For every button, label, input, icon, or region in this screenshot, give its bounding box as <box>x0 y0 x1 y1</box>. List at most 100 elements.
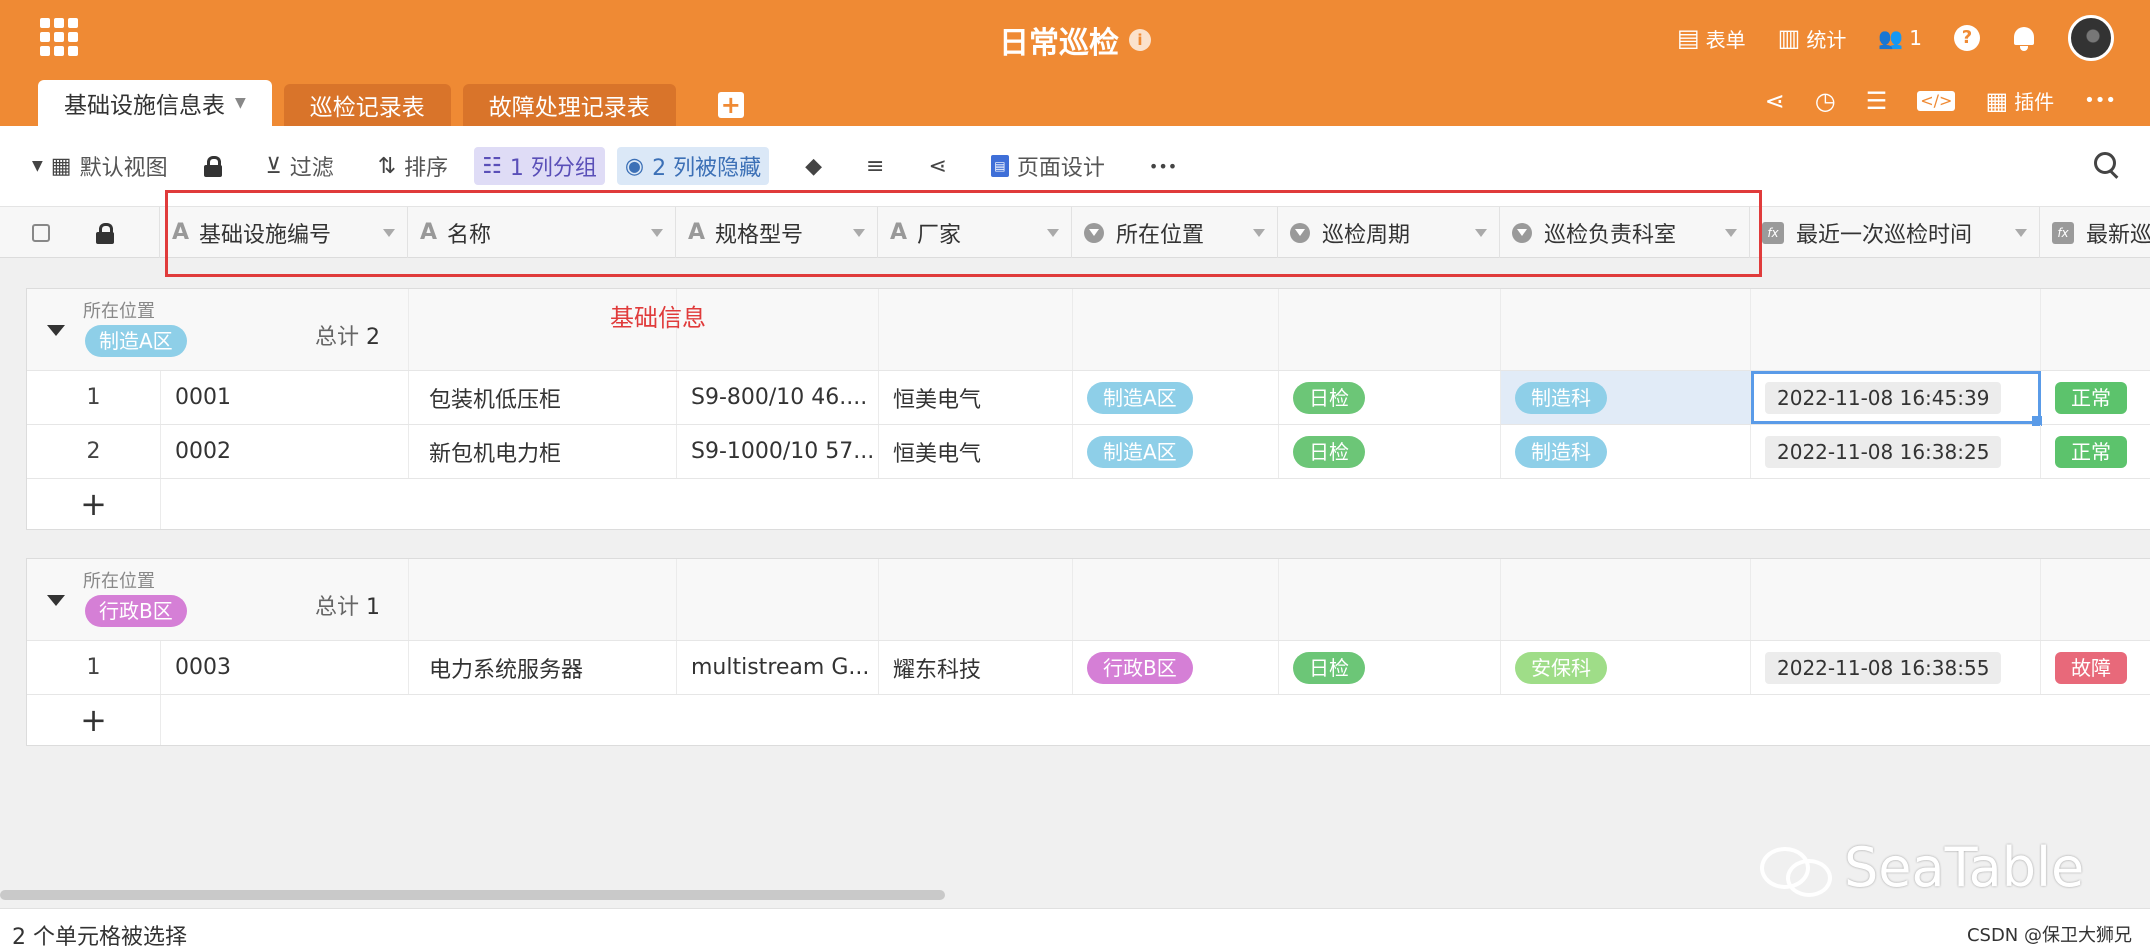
tab-caret-icon[interactable]: ▼ <box>235 95 246 111</box>
column-header-model[interactable]: A 规格型号 <box>676 207 878 258</box>
row-height-button[interactable]: ≡ <box>858 147 892 185</box>
group-value-tag: 行政B区 <box>85 595 187 627</box>
select-all-cell[interactable] <box>0 207 80 258</box>
cell-model[interactable]: S9-800/10 46.... <box>677 371 879 424</box>
horizontal-scrollbar[interactable] <box>0 890 945 900</box>
tab-infrastructure[interactable]: 基础设施信息表 ▼ <box>38 80 272 126</box>
cell-cycle[interactable]: 日检 <box>1279 641 1501 694</box>
cell-dept[interactable]: 制造科 <box>1501 425 1751 478</box>
hidden-columns-button[interactable]: ◉ 2 列被隐藏 <box>616 147 770 185</box>
more-icon[interactable]: ••• <box>2084 91 2116 110</box>
text-type-icon: A <box>420 220 438 245</box>
share-view-button[interactable]: ⋖ <box>920 147 954 185</box>
cell-last-time[interactable]: 2022-11-08 16:38:25 <box>1751 425 2041 478</box>
column-dropdown-icon[interactable] <box>1475 229 1487 237</box>
stats-button[interactable]: ▥ 统计 <box>1778 24 1847 53</box>
cell-status[interactable]: 正常 <box>2041 425 2150 478</box>
row-number[interactable]: 1 <box>27 641 161 694</box>
cell-cycle[interactable]: 日检 <box>1279 425 1501 478</box>
form-button[interactable]: ▤ 表单 <box>1677 24 1746 53</box>
help-icon[interactable]: ? <box>1954 25 1980 51</box>
add-row-icon[interactable]: + <box>27 695 161 745</box>
cell-last-time[interactable]: 2022-11-08 16:45:39 <box>1751 371 2042 426</box>
page-design-button[interactable]: ▤ 页面设计 <box>983 147 1113 185</box>
column-header-maker[interactable]: A 厂家 <box>878 207 1072 258</box>
search-icon[interactable] <box>2092 150 2120 178</box>
cell-cycle[interactable]: 日检 <box>1279 371 1501 424</box>
tab-fault-records[interactable]: 故障处理记录表 <box>462 84 676 126</box>
view-selector[interactable]: ▼ ▦ 默认视图 <box>24 147 176 185</box>
cell-dept[interactable]: 安保科 <box>1501 641 1751 694</box>
column-header-dept[interactable]: 巡检负责科室 <box>1500 207 1750 258</box>
group-collapse-icon[interactable] <box>47 595 65 606</box>
group-button[interactable]: ☷ 1 列分组 <box>474 147 605 185</box>
collaborators-button[interactable]: 👥 1 <box>1878 26 1922 50</box>
sort-button[interactable]: ⇅ 排序 <box>370 147 456 185</box>
settings-icon[interactable]: ☰ <box>1866 89 1888 113</box>
cell-model[interactable]: S9-1000/10 57... <box>677 425 879 478</box>
plugin-button[interactable]: ▦ 插件 <box>1985 86 2054 115</box>
cell-id[interactable]: 0002 <box>161 425 409 478</box>
script-icon[interactable]: </> <box>1917 90 1956 111</box>
row-number[interactable]: 2 <box>27 425 161 478</box>
cell-maker[interactable]: 恒美电气 <box>879 371 1073 424</box>
cell-name[interactable]: 包装机低压柜 <box>409 371 677 424</box>
bell-icon[interactable] <box>2012 25 2036 51</box>
column-header-location[interactable]: 所在位置 <box>1072 207 1278 258</box>
cell-maker[interactable]: 恒美电气 <box>879 425 1073 478</box>
cell-location[interactable]: 制造A区 <box>1073 425 1279 478</box>
tab-inspection-records[interactable]: 巡检记录表 <box>283 84 451 126</box>
column-dropdown-icon[interactable] <box>853 229 865 237</box>
row-color-button[interactable]: ◆ <box>797 147 830 185</box>
cell-name[interactable]: 新包机电力柜 <box>409 425 677 478</box>
sort-icon: ⇅ <box>377 153 397 179</box>
cell-status[interactable]: 正常 <box>2041 371 2150 424</box>
filter-button[interactable]: ⊻ 过滤 <box>258 147 342 185</box>
location-tag: 制造A区 <box>1087 435 1193 468</box>
plugin-label: 插件 <box>2014 90 2055 114</box>
cell-status[interactable]: 故障 <box>2041 641 2150 694</box>
cell-last-time[interactable]: 2022-11-08 16:38:55 <box>1751 641 2041 694</box>
column-label: 基础设施编号 <box>199 222 332 248</box>
avatar[interactable] <box>2068 15 2114 61</box>
select-all-checkbox[interactable] <box>32 223 50 242</box>
column-header-latest-status[interactable]: fx 最新巡 <box>2040 207 2150 258</box>
cell-maker[interactable]: 耀东科技 <box>879 641 1073 694</box>
column-header-cycle[interactable]: 巡检周期 <box>1278 207 1500 258</box>
column-dropdown-icon[interactable] <box>1253 229 1265 237</box>
column-header-row: A 基础设施编号 A 名称 A 规格型号 A 厂家 所在位置 巡检周期 巡检负责… <box>0 206 2150 258</box>
column-dropdown-icon[interactable] <box>1047 229 1059 237</box>
column-dropdown-icon[interactable] <box>1725 229 1737 237</box>
tab-label: 巡检记录表 <box>309 95 425 121</box>
cell-id[interactable]: 0003 <box>161 641 409 694</box>
lock-cell[interactable] <box>80 207 160 258</box>
column-dropdown-icon[interactable] <box>2015 229 2027 237</box>
cell-location[interactable]: 行政B区 <box>1073 641 1279 694</box>
count-value: 2 <box>366 325 381 350</box>
cell-model[interactable]: multistream G... <box>677 641 879 694</box>
top-header: 日常巡检 i ▤ 表单 ▥ 统计 👥 1 ? 基础设施信息表 ▼ 巡检记录表 故障… <box>0 0 2150 126</box>
cell-location[interactable]: 制造A区 <box>1073 371 1279 424</box>
cell-id[interactable]: 0001 <box>161 371 409 424</box>
history-icon[interactable]: ◷ <box>1815 89 1836 113</box>
column-dropdown-icon[interactable] <box>383 229 395 237</box>
cell-name[interactable]: 电力系统服务器 <box>409 641 677 694</box>
table-row[interactable]: 1 0003 电力系统服务器 multistream G... 耀东科技 行政B… <box>27 641 2150 695</box>
add-row: + <box>27 695 2150 745</box>
column-dropdown-icon[interactable] <box>651 229 663 237</box>
add-table-icon[interactable]: + <box>717 92 744 118</box>
view-caret-icon: ▼ <box>32 158 43 174</box>
cell-dept[interactable]: 制造科 <box>1501 371 1751 424</box>
view-lock-button[interactable] <box>196 147 230 185</box>
table-row[interactable]: 1 0001 包装机低压柜 S9-800/10 46.... 恒美电气 制造A区… <box>27 371 2150 426</box>
toolbar-more-button[interactable]: ••• <box>1141 147 1185 185</box>
column-header-name[interactable]: A 名称 <box>408 207 676 258</box>
row-number[interactable]: 1 <box>27 371 161 424</box>
column-header-last-time[interactable]: fx 最近一次巡检时间 <box>1750 207 2040 258</box>
info-icon[interactable]: i <box>1129 29 1151 51</box>
add-row-icon[interactable]: + <box>27 479 161 529</box>
group-collapse-icon[interactable] <box>47 325 65 336</box>
column-header-id[interactable]: A 基础设施编号 <box>160 207 408 258</box>
share-icon[interactable]: ⋖ <box>1765 89 1785 113</box>
table-row[interactable]: 2 0002 新包机电力柜 S9-1000/10 57... 恒美电气 制造A区… <box>27 425 2150 479</box>
